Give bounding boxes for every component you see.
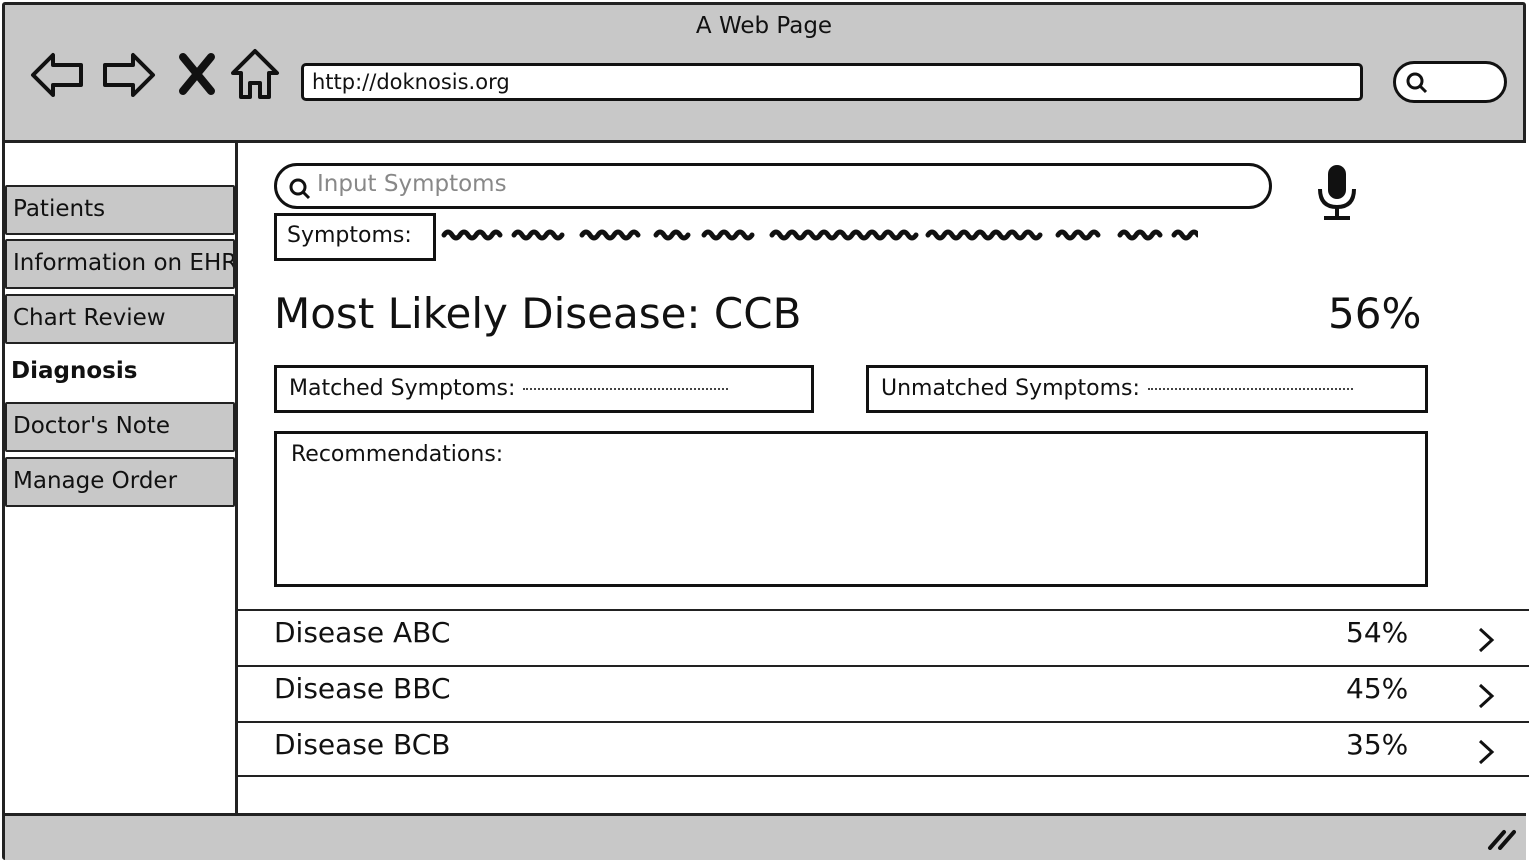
disease-percent: 45% [1346, 672, 1409, 705]
browser-search-box[interactable] [1393, 61, 1507, 103]
back-arrow-icon[interactable] [27, 45, 87, 105]
recommendations-label: Recommendations: [291, 442, 504, 467]
sidebar-item-manage-order[interactable]: Manage Order [5, 457, 235, 507]
symptoms-label: Symptoms: [274, 213, 436, 261]
sidebar-item-patients[interactable]: Patients [5, 185, 235, 235]
disease-percent: 35% [1346, 728, 1409, 761]
matched-symptoms-label: Matched Symptoms: [289, 376, 516, 401]
matched-symptoms-value [523, 388, 729, 390]
unmatched-symptoms-value [1147, 388, 1353, 390]
resize-grip-icon[interactable] [1486, 828, 1516, 850]
forward-arrow-icon[interactable] [99, 45, 159, 105]
symptoms-list-scribble [438, 225, 1201, 249]
disease-name: Disease BBC [274, 672, 451, 705]
chevron-right-icon[interactable] [1476, 737, 1496, 767]
page-content: Patients Information on EHR Chart Review… [5, 140, 1529, 816]
disease-name: Disease ABC [274, 616, 451, 649]
disease-row-bbc[interactable]: Disease BBC 45% [238, 665, 1529, 721]
most-likely-disease: Most Likely Disease: CCB [274, 289, 802, 338]
sidebar-item-diagnosis[interactable]: Diagnosis [5, 349, 235, 399]
sidebar-item-doctors-note[interactable]: Doctor's Note [5, 402, 235, 452]
home-icon[interactable] [227, 45, 287, 105]
sidebar-item-chart-review[interactable]: Chart Review [5, 294, 235, 344]
disease-name: Disease BCB [274, 728, 451, 761]
window-title: A Web Page [695, 13, 833, 39]
recommendations-box: Recommendations: [274, 431, 1428, 587]
list-bottom-divider [238, 775, 1529, 777]
diagnosis-panel: Input Symptoms Symptoms: Most Likely Dis… [235, 143, 1529, 813]
sidebar: Patients Information on EHR Chart Review… [5, 143, 237, 813]
unmatched-symptoms-box: Unmatched Symptoms: [866, 365, 1428, 413]
chevron-right-icon[interactable] [1476, 625, 1496, 655]
disease-row-bcb[interactable]: Disease BCB 35% [238, 721, 1529, 777]
disease-percent: 54% [1346, 616, 1409, 649]
status-bar [5, 816, 1526, 860]
unmatched-symptoms-label: Unmatched Symptoms: [881, 376, 1140, 401]
search-icon [1406, 72, 1428, 94]
symptom-search-input[interactable]: Input Symptoms [274, 163, 1272, 209]
symptom-input-placeholder: Input Symptoms [317, 171, 507, 197]
sidebar-item-information-on-ehr[interactable]: Information on EHR [5, 239, 235, 289]
chevron-right-icon[interactable] [1476, 681, 1496, 711]
search-icon [289, 178, 311, 200]
most-likely-percent: 56% [1328, 289, 1422, 338]
close-icon[interactable] [173, 45, 233, 105]
url-bar[interactable]: http://doknosis.org [301, 63, 1363, 101]
browser-window: A Web Page http://doknosis.org Patients [2, 2, 1529, 860]
matched-symptoms-box: Matched Symptoms: [274, 365, 814, 413]
microphone-icon[interactable] [1314, 163, 1360, 227]
disease-row-abc[interactable]: Disease ABC 54% [238, 609, 1529, 665]
